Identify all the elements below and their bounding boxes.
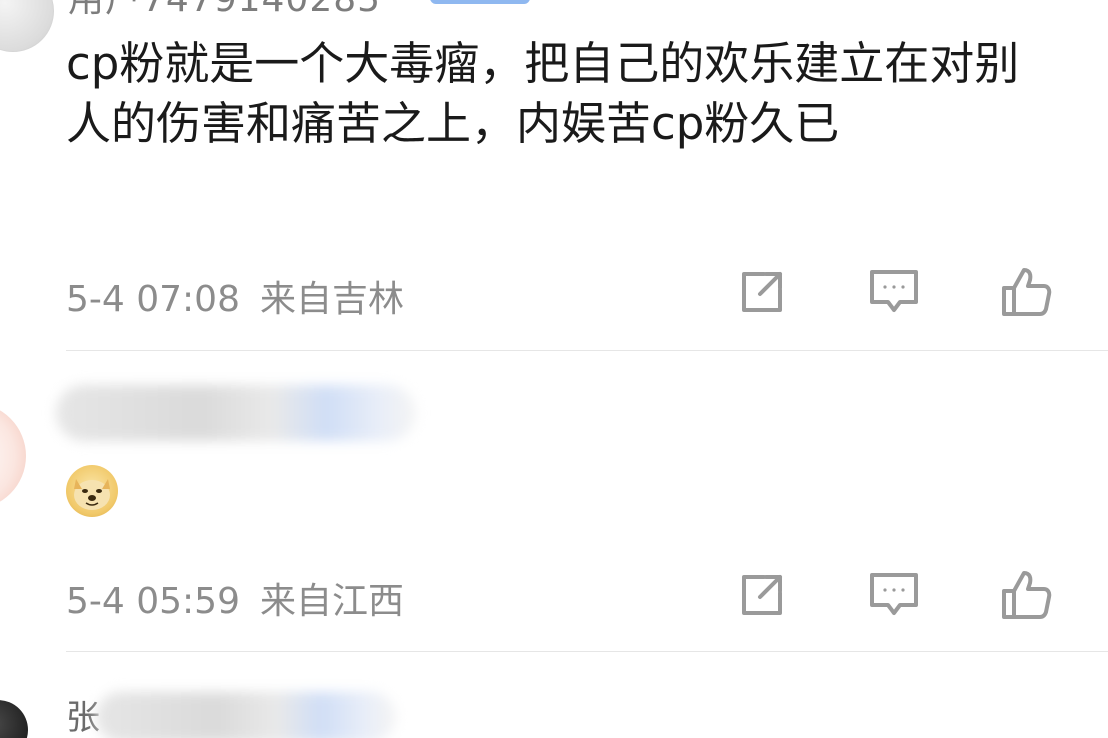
comment-username-blurred[interactable]: [96, 692, 396, 738]
avatar[interactable]: [0, 700, 28, 738]
comment-username-blurred[interactable]: [56, 385, 416, 441]
share-icon: [742, 575, 782, 615]
comment-actions: [730, 262, 1070, 322]
comment-meta: 5-4 05:59 来自江西: [66, 572, 424, 624]
share-icon: [742, 272, 782, 312]
divider: [66, 651, 1108, 652]
avatar[interactable]: [0, 0, 54, 52]
reply-button[interactable]: [864, 262, 924, 322]
user-badge: [430, 0, 530, 4]
comment-actions: [730, 565, 1070, 625]
comment-icon: [870, 270, 918, 312]
comment-username[interactable]: 用户7479140285: [68, 0, 381, 22]
comment-text: cp粉就是一个大毒瘤，把自己的欢乐建立在对别人的伤害和痛苦之上，内娱苦cp粉久已: [66, 37, 1020, 150]
divider: [66, 350, 1108, 351]
avatar[interactable]: [0, 403, 26, 509]
thumbs-up-icon: [1002, 268, 1052, 316]
comment-time: 5-4 05:59: [66, 581, 240, 622]
comment-location: 来自江西: [260, 581, 405, 622]
reply-button[interactable]: [864, 565, 924, 625]
doge-emoji-icon: [66, 465, 118, 517]
comment-icon: [870, 573, 918, 615]
thumbs-up-icon: [1002, 571, 1052, 619]
comment-location: 来自吉林: [260, 279, 405, 320]
share-button[interactable]: [732, 262, 792, 322]
like-button[interactable]: [996, 565, 1056, 625]
comment-meta: 5-4 07:08 来自吉林: [66, 270, 424, 322]
comment-list: 用户7479140285 cp粉就是一个大毒瘤，把自己的欢乐建立在对别人的伤害和…: [0, 0, 1108, 738]
share-button[interactable]: [732, 565, 792, 625]
comment-time: 5-4 07:08: [66, 279, 240, 320]
like-button[interactable]: [996, 262, 1056, 322]
comment-username-prefix[interactable]: 张: [66, 690, 100, 738]
